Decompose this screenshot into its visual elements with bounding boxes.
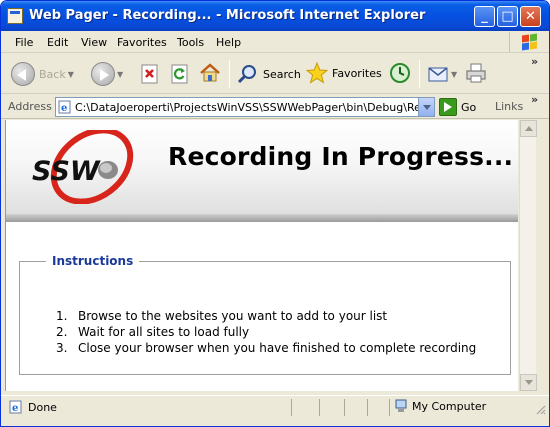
stop-icon — [141, 64, 158, 84]
star-icon — [306, 62, 328, 84]
ie-page-icon — [7, 8, 23, 24]
back-arrow-icon — [11, 62, 35, 86]
vertical-scrollbar[interactable] — [519, 120, 537, 391]
list-item: 2. Wait for all sites to load fully — [56, 325, 250, 339]
address-label: Address — [8, 100, 52, 113]
printer-icon — [466, 63, 486, 83]
stop-button[interactable] — [139, 63, 161, 85]
banner-divider — [6, 214, 518, 222]
standard-toolbar: Back ▼ ▼ Search Favorites ▼ » — [1, 54, 549, 94]
history-button[interactable] — [389, 62, 411, 84]
home-icon — [200, 63, 220, 82]
search-label: Search — [263, 67, 301, 81]
window-title: Web Pager - Recording... - Microsoft Int… — [29, 8, 426, 23]
instructions-legend: Instructions — [52, 254, 134, 268]
address-bar: Address e C:\DataJoeroperti\ProjectsWinV… — [1, 93, 549, 119]
favorites-button[interactable]: Favorites — [306, 62, 382, 84]
list-item: 1. Browse to the websites you want to add… — [56, 309, 388, 323]
status-panel — [291, 399, 292, 416]
back-label: Back — [39, 67, 66, 81]
scroll-down-button[interactable] — [520, 374, 537, 391]
ie-page-icon: e — [9, 400, 22, 414]
window-frame — [537, 120, 549, 391]
forward-arrow-icon — [91, 62, 115, 86]
home-button[interactable] — [199, 62, 221, 84]
zone-label: My Computer — [412, 399, 487, 413]
toolbar-overflow-chevron[interactable]: » — [531, 55, 538, 68]
refresh-button[interactable] — [169, 63, 191, 85]
back-button[interactable]: Back ▼ — [11, 62, 74, 86]
maximize-button[interactable]: □ — [497, 6, 518, 27]
computer-icon — [395, 399, 407, 412]
close-button[interactable]: ✕ — [520, 6, 541, 27]
svg-text:e: e — [12, 403, 18, 414]
ie-page-icon: e — [58, 100, 71, 114]
svg-text:e: e — [61, 103, 67, 114]
resize-grip-icon[interactable] — [534, 403, 546, 415]
menu-view[interactable]: View — [81, 36, 107, 49]
search-button[interactable]: Search — [237, 63, 301, 85]
instruction-list: 1. Browse to the websites you want to add… — [56, 308, 476, 356]
address-input[interactable]: e C:\DataJoeroperti\ProjectsWinVSS\SSWWe… — [55, 97, 435, 117]
menu-favorites[interactable]: Favorites — [117, 36, 167, 49]
windows-logo-icon — [509, 32, 545, 52]
forward-button[interactable]: ▼ — [91, 62, 123, 86]
menu-tools[interactable]: Tools — [177, 36, 204, 49]
mail-icon — [428, 67, 448, 82]
list-item: 3. Close your browser when you have finis… — [56, 341, 477, 355]
search-icon — [237, 65, 256, 84]
security-zone: My Computer — [394, 399, 486, 413]
menu-bar: File Edit View Favorites Tools Help — [1, 31, 549, 53]
mail-button[interactable]: ▼ — [427, 63, 457, 85]
go-button[interactable]: Go — [439, 98, 476, 116]
go-arrow-icon — [439, 98, 457, 116]
toolbar-separator — [229, 60, 230, 88]
status-panel — [319, 399, 320, 416]
chevron-down-icon[interactable]: ▼ — [117, 70, 123, 79]
chevron-down-icon[interactable]: ▼ — [451, 70, 457, 79]
go-label: Go — [461, 100, 477, 114]
toolbar-separator — [419, 60, 420, 88]
browser-window: Web Pager - Recording... - Microsoft Int… — [0, 0, 550, 427]
print-button[interactable] — [465, 62, 487, 84]
links-overflow-chevron[interactable]: » — [531, 93, 538, 106]
chevron-down-icon[interactable]: ▼ — [68, 70, 74, 79]
svg-text:SSW: SSW — [32, 156, 101, 187]
status-panel — [389, 399, 390, 416]
title-bar[interactable]: Web Pager - Recording... - Microsoft Int… — [1, 1, 549, 31]
status-panel — [344, 399, 345, 416]
menu-edit[interactable]: Edit — [47, 36, 68, 49]
favorites-label: Favorites — [332, 66, 382, 80]
status-panel — [367, 399, 368, 416]
scroll-up-button[interactable] — [520, 120, 537, 137]
menu-file[interactable]: File — [15, 36, 33, 49]
minimize-button[interactable]: _ — [474, 6, 495, 27]
status-bar: e Done My Computer — [1, 395, 549, 417]
links-toolbar[interactable]: Links — [495, 100, 523, 113]
refresh-icon — [171, 64, 188, 84]
history-icon — [390, 63, 410, 83]
page-content: SSW Recording In Progress... Instruction… — [5, 120, 518, 391]
menu-help[interactable]: Help — [216, 36, 241, 49]
address-dropdown-button[interactable] — [418, 98, 434, 116]
address-value: C:\DataJoeroperti\ProjectsWinVSS\SSWWebP… — [75, 101, 435, 114]
page-title: Recording In Progress... — [168, 142, 514, 171]
page-banner: SSW Recording In Progress... — [6, 120, 518, 222]
ssw-logo: SSW — [32, 130, 134, 204]
status-text: Done — [28, 401, 57, 414]
instructions-panel: Instructions 1. Browse to the websites yo… — [19, 254, 511, 375]
